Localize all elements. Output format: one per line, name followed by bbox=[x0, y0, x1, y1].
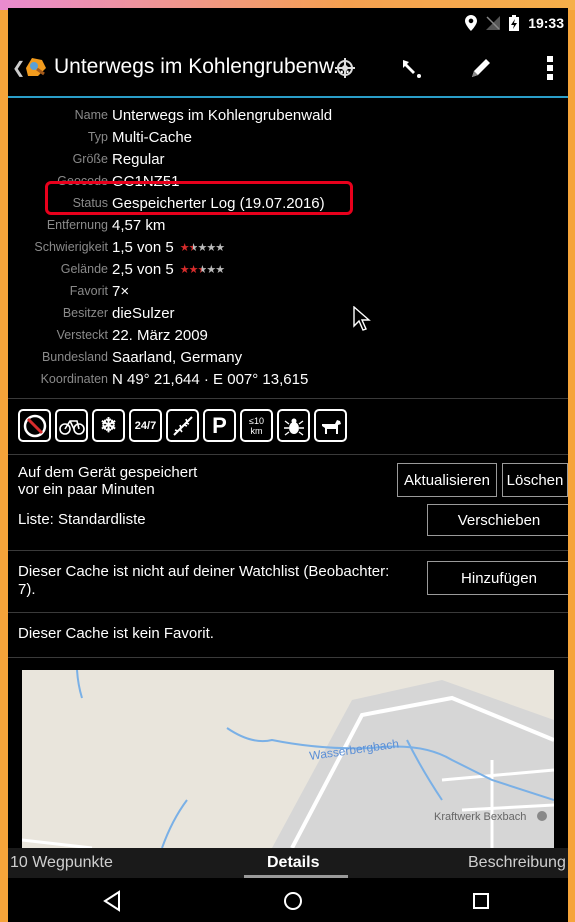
refresh-button[interactable]: Aktualisieren bbox=[397, 463, 497, 497]
divider bbox=[8, 612, 568, 613]
mouse-cursor-icon bbox=[353, 306, 371, 331]
move-button[interactable]: Verschieben bbox=[427, 504, 568, 536]
star-empty-icon: ★ bbox=[206, 263, 216, 276]
compass-icon[interactable] bbox=[327, 50, 363, 86]
action-bar: ❮ Unterwegs im Kohlengrubenw... bbox=[8, 38, 568, 98]
star-empty-icon: ★ bbox=[215, 241, 225, 254]
divider bbox=[8, 550, 568, 551]
difficulty-rating: ★ ★ ★ ★ ★ bbox=[179, 241, 225, 254]
divider bbox=[8, 454, 568, 455]
star-empty-icon: ★ bbox=[206, 241, 216, 254]
star-empty-icon: ★ bbox=[197, 241, 207, 254]
detail-row-size: Größe Regular bbox=[72, 150, 165, 168]
tab-details[interactable]: Details bbox=[267, 854, 319, 872]
poi-icon bbox=[537, 811, 547, 821]
list-label: Liste: Standardliste bbox=[18, 511, 146, 528]
back-icon[interactable] bbox=[101, 890, 123, 912]
bicycle-icon[interactable] bbox=[55, 409, 88, 442]
signal-off-icon bbox=[486, 16, 501, 30]
detail-row-state: Bundesland Saarland, Germany bbox=[41, 348, 243, 366]
watchlist-info: Dieser Cache ist nicht auf deiner Watchl… bbox=[18, 563, 390, 598]
under-10km-icon[interactable]: ≤10 km bbox=[240, 409, 273, 442]
location-icon bbox=[465, 15, 478, 31]
clock: 19:33 bbox=[528, 15, 564, 31]
edit-icon[interactable] bbox=[463, 50, 499, 86]
divider bbox=[8, 398, 568, 399]
attribute-icons: ❄ 24/7 P ≤10 km bbox=[18, 409, 347, 442]
app-logo-icon bbox=[26, 58, 46, 76]
snowflake-icon[interactable]: ❄ bbox=[92, 409, 125, 442]
detail-row-difficulty: Schwierigkeit 1,5 von 5 ★ ★ ★ ★ ★ bbox=[34, 238, 225, 256]
star-half-icon: ★ bbox=[188, 241, 199, 254]
divider bbox=[8, 657, 568, 658]
favorite-info: Dieser Cache ist kein Favorit. bbox=[18, 625, 214, 642]
phone-screen: 19:33 ❮ Unterwegs im Kohlengrubenw... Na… bbox=[8, 8, 568, 922]
detail-row-name: Name Unterwegs im Kohlengrubenwald bbox=[74, 106, 333, 124]
recent-apps-icon[interactable] bbox=[470, 890, 492, 912]
storage-info: Auf dem Gerät gespeichert vor ein paar M… bbox=[18, 464, 198, 498]
navigate-icon[interactable] bbox=[393, 50, 429, 86]
star-filled-icon: ★ bbox=[179, 241, 190, 254]
detail-row-type: Typ Multi-Cache bbox=[87, 128, 193, 146]
parking-icon[interactable]: P bbox=[203, 409, 236, 442]
thorns-icon[interactable] bbox=[166, 409, 199, 442]
terrain-rating: ★ ★ ★ ★ ★ bbox=[179, 263, 225, 276]
star-filled-icon: ★ bbox=[179, 263, 190, 276]
detail-row-hidden: Versteckt 22. März 2009 bbox=[56, 326, 208, 344]
24-7-icon[interactable]: 24/7 bbox=[129, 409, 162, 442]
map-label-plant: Kraftwerk Bexbach bbox=[434, 811, 526, 823]
delete-button[interactable]: Löschen bbox=[502, 463, 568, 497]
tab-description[interactable]: Beschreibung bbox=[468, 854, 566, 872]
status-highlight-box bbox=[45, 181, 353, 215]
tick-icon[interactable] bbox=[277, 409, 310, 442]
detail-row-favorite: Favorit 7× bbox=[69, 282, 130, 300]
detail-row-terrain: Gelände 2,5 von 5 ★ ★ ★ ★ ★ bbox=[60, 260, 225, 278]
detail-row-owner: Besitzer dieSulzer bbox=[62, 304, 175, 322]
detail-row-coordinates: Koordinaten N 49° 21,644 · E 007° 13,615 bbox=[40, 370, 309, 388]
page-title[interactable]: Unterwegs im Kohlengrubenw... bbox=[54, 55, 351, 79]
dog-icon[interactable] bbox=[314, 409, 347, 442]
no-dangerous-icon[interactable] bbox=[18, 409, 51, 442]
star-half-icon: ★ bbox=[197, 263, 207, 276]
status-bar: 19:33 bbox=[8, 8, 568, 38]
navigation-bar bbox=[8, 878, 568, 922]
home-icon[interactable] bbox=[282, 890, 304, 912]
map-preview[interactable]: Wasserbergbach Kraftwerk Bexbach bbox=[22, 670, 554, 848]
detail-row-distance: Entfernung 4,57 km bbox=[46, 216, 166, 234]
battery-charging-icon bbox=[509, 15, 520, 31]
star-filled-icon: ★ bbox=[188, 263, 199, 276]
tab-waypoints[interactable]: 10 Wegpunkte bbox=[10, 854, 113, 872]
tab-bar: 10 Wegpunkte Details Beschreibung bbox=[8, 848, 568, 878]
map-canvas: Wasserbergbach Kraftwerk Bexbach bbox=[22, 670, 554, 848]
overflow-menu-icon[interactable] bbox=[532, 50, 568, 86]
star-empty-icon: ★ bbox=[215, 263, 225, 276]
add-watchlist-button[interactable]: Hinzufügen bbox=[427, 561, 568, 595]
